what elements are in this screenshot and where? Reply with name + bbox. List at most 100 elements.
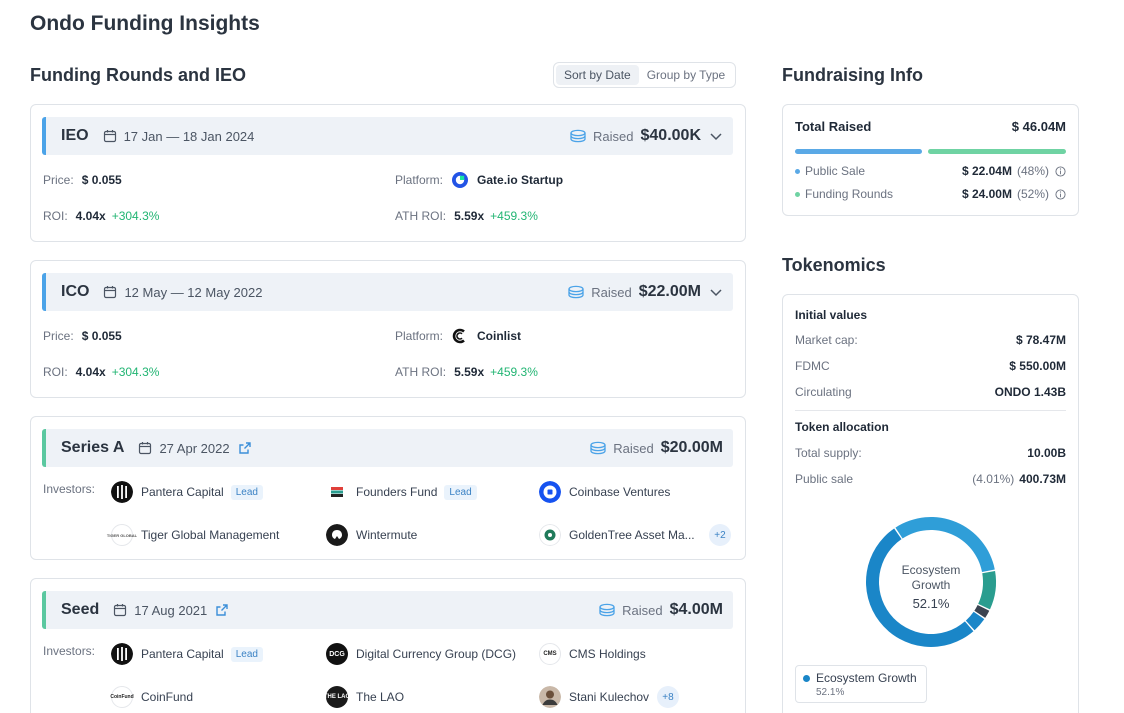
funding-rounds-percent: (52%) bbox=[1016, 187, 1049, 201]
fdmc-label: FDMC bbox=[795, 359, 830, 373]
calendar-icon bbox=[138, 441, 152, 455]
goldentree-logo-icon bbox=[539, 524, 561, 546]
ath-roi-label: ATH ROI: bbox=[395, 209, 447, 223]
round-header[interactable]: IEO 17 Jan — 18 Jan 2024 Raised $40.00K bbox=[42, 117, 733, 155]
market-cap-label: Market cap: bbox=[795, 333, 858, 347]
avatar bbox=[539, 686, 561, 708]
round-date: 17 Jan — 18 Jan 2024 bbox=[123, 128, 255, 144]
token-allocation-donut-chart: Ecosystem Growth 52.1% bbox=[866, 517, 996, 647]
donut-center-value: 52.1% bbox=[913, 596, 950, 611]
investor-item[interactable]: CoinFund CoinFund bbox=[110, 686, 193, 708]
group-by-type-button[interactable]: Group by Type bbox=[639, 65, 734, 85]
pantera-logo-icon bbox=[111, 643, 133, 665]
public-sale-allocation-row: Public sale (4.01%) 400.73M bbox=[795, 472, 1066, 486]
donut-slice-2[interactable] bbox=[978, 570, 996, 610]
chevron-down-icon[interactable] bbox=[709, 129, 723, 143]
investor-name: Coinbase Ventures bbox=[569, 485, 671, 499]
investors-label: Investors: bbox=[43, 482, 96, 496]
raised-label: Raised bbox=[622, 602, 663, 618]
price-label: Price: bbox=[43, 173, 74, 187]
investor-item[interactable]: DCG Digital Currency Group (DCG) bbox=[326, 643, 516, 665]
investor-name: Wintermute bbox=[356, 528, 418, 542]
total-supply-row: Total supply: 10.00B bbox=[795, 446, 1066, 460]
round-type: ICO bbox=[61, 283, 90, 300]
fundraising-info-box: Total Raised $ 46.04M Public Sale $ 22.0… bbox=[782, 104, 1079, 216]
funding-rounds-row: Funding Rounds $ 24.00M (52%) bbox=[795, 187, 1066, 201]
investor-item[interactable]: Founders Fund Lead bbox=[326, 481, 477, 503]
round-date: 27 Apr 2022 bbox=[159, 440, 230, 456]
coins-icon bbox=[598, 603, 616, 617]
investor-name: The LAO bbox=[356, 690, 405, 704]
investor-item[interactable]: GoldenTree Asset Ma... bbox=[539, 524, 695, 546]
investors-label: Investors: bbox=[43, 644, 96, 658]
token-allocation-heading: Token allocation bbox=[795, 420, 1066, 434]
coinbase-logo-icon bbox=[539, 481, 561, 503]
round-header: Series A 27 Apr 2022 Raised $20.00M bbox=[42, 429, 733, 467]
investor-name: Pantera Capital bbox=[141, 647, 224, 661]
more-investors-badge[interactable]: +8 bbox=[657, 686, 679, 708]
platform-name[interactable]: Coinlist bbox=[477, 329, 521, 343]
investor-item[interactable]: CMS CMS Holdings bbox=[539, 643, 646, 665]
fundraising-info-title: Fundraising Info bbox=[782, 65, 923, 85]
divider bbox=[795, 410, 1066, 411]
initial-values-heading: Initial values bbox=[795, 308, 1066, 322]
total-supply-label: Total supply: bbox=[795, 446, 862, 460]
cms-holdings-logo-icon: CMS bbox=[539, 643, 561, 665]
investor-name: Digital Currency Group (DCG) bbox=[356, 647, 517, 661]
investor-item[interactable]: THE LAO The LAO bbox=[324, 686, 405, 708]
fundraising-split-bar bbox=[795, 149, 1066, 154]
investor-item[interactable]: Pantera Capital Lead bbox=[111, 643, 263, 665]
legend-item[interactable]: Ecosystem Growth 52.1% bbox=[795, 665, 927, 703]
market-cap-row: Market cap: $ 78.47M bbox=[795, 333, 1066, 347]
ath-roi-percent: +459.3% bbox=[490, 365, 538, 379]
tokenomics-box: Initial values Market cap: $ 78.47M FDMC… bbox=[782, 294, 1079, 713]
coins-icon bbox=[589, 441, 607, 455]
round-header[interactable]: ICO 12 May — 12 May 2022 Raised $22.00M bbox=[42, 273, 733, 311]
ath-roi-label: ATH ROI: bbox=[395, 365, 447, 379]
roi-label: ROI: bbox=[43, 209, 68, 223]
gateio-logo-icon bbox=[452, 172, 469, 188]
external-link-icon[interactable] bbox=[215, 603, 229, 617]
funding-rounds-bar bbox=[928, 149, 1066, 154]
investor-item[interactable]: Stani Kulechov bbox=[539, 686, 649, 708]
sort-by-date-button[interactable]: Sort by Date bbox=[556, 65, 639, 85]
fdmc-value: $ 550.00M bbox=[1009, 359, 1066, 373]
price-label: Price: bbox=[43, 329, 74, 343]
info-icon[interactable] bbox=[1055, 166, 1066, 177]
chevron-down-icon[interactable] bbox=[709, 285, 723, 299]
funding-rounds-title: Funding Rounds and IEO bbox=[30, 65, 246, 85]
info-icon[interactable] bbox=[1055, 189, 1066, 200]
round-card-seed: Seed 17 Aug 2021 Raised $4.00M Investors… bbox=[30, 578, 746, 713]
investor-item[interactable]: Wintermute bbox=[326, 524, 417, 546]
public-sale-label: Public Sale bbox=[805, 164, 866, 178]
more-investors-badge[interactable]: +2 bbox=[709, 524, 731, 546]
investor-item[interactable]: Coinbase Ventures bbox=[539, 481, 670, 503]
public-sale-allocation-label: Public sale bbox=[795, 472, 854, 486]
investor-item[interactable]: Pantera Capital Lead bbox=[111, 481, 263, 503]
funding-rounds-dot bbox=[795, 191, 800, 197]
platform-label: Platform: bbox=[395, 329, 444, 343]
price-value: $ 0.055 bbox=[81, 173, 122, 187]
investor-name: Pantera Capital bbox=[141, 485, 224, 499]
platform-name[interactable]: Gate.io Startup bbox=[477, 173, 563, 187]
round-type: Series A bbox=[61, 439, 125, 456]
external-link-icon[interactable] bbox=[238, 441, 252, 455]
round-type: IEO bbox=[61, 127, 89, 144]
pantera-logo-icon bbox=[111, 481, 133, 503]
investor-item[interactable]: TIGER GLOBAL Tiger Global Management bbox=[107, 524, 279, 546]
public-sale-value: $ 22.04M bbox=[961, 164, 1012, 178]
calendar-icon bbox=[103, 285, 117, 299]
public-sale-allocation-percent: (4.01%) bbox=[972, 472, 1015, 486]
lead-badge: Lead bbox=[444, 484, 477, 500]
raised-value: $20.00M bbox=[660, 439, 723, 456]
investor-name: CMS Holdings bbox=[569, 647, 646, 661]
roi-row: ROI: 4.04x +304.3% bbox=[43, 209, 159, 223]
public-sale-bar bbox=[795, 149, 923, 154]
coinfund-logo-icon: CoinFund bbox=[110, 686, 134, 708]
roi-value: 4.04x bbox=[75, 209, 106, 223]
round-card-ieo: IEO 17 Jan — 18 Jan 2024 Raised $40.00K … bbox=[30, 104, 746, 242]
dcg-logo-icon: DCG bbox=[326, 643, 348, 665]
circulating-row: Circulating ONDO 1.43B bbox=[795, 385, 1066, 399]
ath-roi-row: ATH ROI: 5.59x +459.3% bbox=[395, 209, 538, 223]
total-supply-value: 10.00B bbox=[1027, 446, 1066, 460]
